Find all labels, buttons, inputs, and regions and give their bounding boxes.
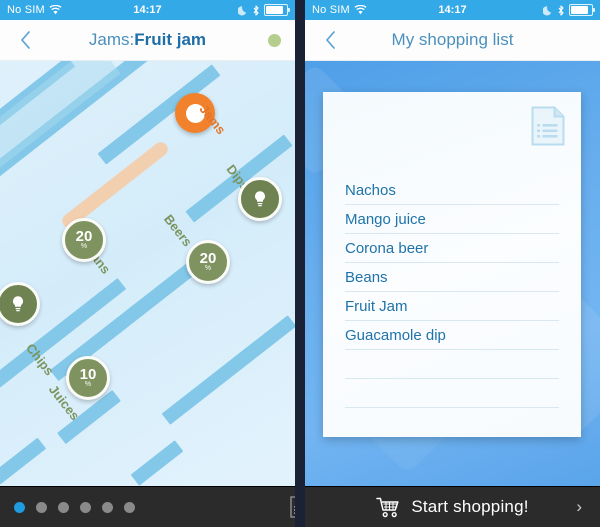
- wifi-icon: [354, 5, 367, 15]
- bottom-bar-left: [0, 486, 295, 527]
- page-title-right: My shopping list: [391, 30, 514, 49]
- page-dot-5[interactable]: [102, 501, 113, 513]
- back-button-right[interactable]: [317, 25, 343, 55]
- bluetooth-icon: [253, 4, 259, 16]
- list-item[interactable]: Beans: [345, 263, 559, 292]
- discount-value: 20: [75, 227, 93, 245]
- discount-unit: %: [80, 242, 88, 250]
- status-badge[interactable]: [268, 33, 281, 47]
- chevron-right-icon[interactable]: ›: [576, 497, 582, 517]
- aisle-bar: [130, 440, 184, 486]
- status-bar-left-group: No SIM: [7, 4, 62, 16]
- tip-badge[interactable]: [238, 177, 282, 221]
- dual-phone-screenshot: No SIM 14:17 Jams:Fruit jam Jams Dips Ca…: [0, 0, 600, 527]
- list-item[interactable]: Nachos: [345, 176, 559, 205]
- shopping-cart-icon: [376, 497, 399, 517]
- document-list-icon[interactable]: [290, 496, 295, 518]
- title-prefix: Jams:: [88, 30, 135, 49]
- discount-badge[interactable]: 10 %: [66, 356, 110, 400]
- wifi-icon: [49, 5, 62, 15]
- bluetooth-icon: [558, 4, 564, 16]
- battery-icon: [264, 4, 290, 16]
- shopping-list-card: Nachos Mango juice Corona beer Beans Fru…: [323, 92, 581, 437]
- list-item[interactable]: Fruit Jam: [345, 292, 559, 321]
- discount-badge[interactable]: 20 %: [62, 218, 106, 262]
- panel-divider: [295, 0, 305, 527]
- shopping-list-body: Nachos Mango juice Corona beer Beans Fru…: [305, 60, 600, 487]
- left-phone-screen: No SIM 14:17 Jams:Fruit jam Jams Dips Ca…: [0, 0, 295, 527]
- page-dot-6[interactable]: [124, 501, 135, 513]
- aisle-bar: [161, 315, 295, 425]
- tip-badge[interactable]: [0, 282, 40, 326]
- chevron-left-icon: [325, 31, 335, 49]
- discount-badge[interactable]: 20 %: [186, 240, 230, 284]
- carrier-label: No SIM: [312, 4, 350, 16]
- status-bar-right-group: [238, 4, 290, 16]
- status-bar-left: No SIM 14:17: [0, 0, 295, 20]
- discount-unit: %: [204, 264, 212, 272]
- list-item-empty[interactable]: [345, 379, 559, 408]
- start-shopping-label: Start shopping!: [411, 497, 529, 516]
- list-item-empty[interactable]: [345, 350, 559, 379]
- status-bar-right-group: [543, 4, 595, 16]
- nav-bar-left: Jams:Fruit jam: [0, 20, 295, 61]
- battery-icon: [569, 4, 595, 16]
- list-item[interactable]: Mango juice: [345, 205, 559, 234]
- lightbulb-icon: [255, 191, 265, 207]
- page-dots: [14, 501, 135, 513]
- status-bar-left-group: No SIM: [312, 4, 367, 16]
- page-dot-1[interactable]: [14, 501, 25, 513]
- discount-value: 10: [79, 365, 97, 383]
- moon-icon: [543, 5, 552, 15]
- page-dot-4[interactable]: [80, 501, 91, 513]
- discount-value: 20: [199, 249, 217, 267]
- title-main: Fruit jam: [134, 30, 207, 49]
- discount-unit: %: [84, 380, 92, 388]
- status-bar-right: No SIM 14:17: [305, 0, 600, 20]
- document-list-icon: [531, 106, 565, 146]
- list-item[interactable]: Corona beer: [345, 234, 559, 263]
- moon-icon: [238, 5, 247, 15]
- shopping-list-items: Nachos Mango juice Corona beer Beans Fru…: [345, 176, 559, 408]
- page-dot-2[interactable]: [36, 501, 47, 513]
- aisle-bar: [0, 437, 47, 485]
- list-item[interactable]: Guacamole dip: [345, 321, 559, 350]
- store-map[interactable]: Jams Dips Cans Beers Chips Juices 20 % 2…: [0, 60, 295, 487]
- start-shopping-button[interactable]: Start shopping! ›: [305, 486, 600, 527]
- back-button-left[interactable]: [12, 25, 38, 55]
- page-dot-3[interactable]: [58, 501, 69, 513]
- nav-bar-right: My shopping list: [305, 20, 600, 61]
- right-phone-screen: No SIM 14:17 My shopping list Nachos Man…: [305, 0, 600, 527]
- lightbulb-icon: [13, 296, 23, 312]
- carrier-label: No SIM: [7, 4, 45, 16]
- chevron-left-icon: [20, 31, 30, 49]
- page-title-left: Jams:Fruit jam: [44, 30, 251, 50]
